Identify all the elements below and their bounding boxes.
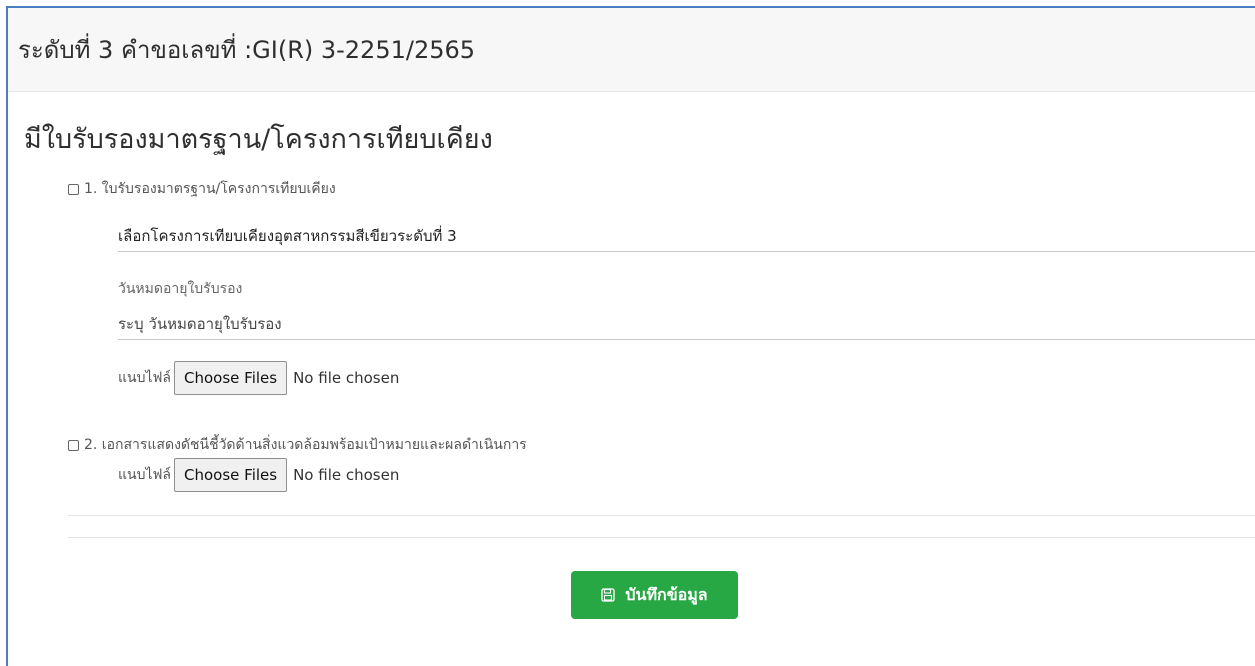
save-button-label: บันทึกข้อมูล bbox=[625, 584, 708, 604]
environment-file-status: No file chosen bbox=[293, 466, 400, 484]
card-header: ระดับที่ 3 คำขอเลขที่ :GI(R) 3-2251/2565 bbox=[8, 8, 1255, 92]
certificate-file-row: แนบไฟล์ Choose Files No file chosen bbox=[118, 361, 399, 395]
save-button[interactable]: บันทึกข้อมูล bbox=[571, 571, 738, 619]
expiry-date-label: วันหมดอายุใบรับรอง bbox=[118, 281, 243, 297]
environment-choose-files-button[interactable]: Choose Files bbox=[174, 458, 288, 492]
environment-file-row: แนบไฟล์ Choose Files No file chosen bbox=[118, 458, 399, 492]
benchmark-project-select-value: เลือกโครงการเทียบเคียงอุตสาหกรรมสีเขียวร… bbox=[118, 226, 457, 245]
expiry-date-placeholder: ระบุ วันหมดอายุใบรับรอง bbox=[118, 314, 282, 333]
benchmark-project-select[interactable]: เลือกโครงการเทียบเคียงอุตสาหกรรมสีเขียวร… bbox=[118, 220, 1255, 252]
environment-file-label: แนบไฟล์ bbox=[118, 467, 172, 483]
environment-index-checkbox[interactable] bbox=[68, 439, 79, 451]
form-card: ระดับที่ 3 คำขอเลขที่ :GI(R) 3-2251/2565… bbox=[6, 6, 1255, 666]
certificate-checkbox-label: 1. ใบรับรองมาตรฐาน/โครงการเทียบเคียง bbox=[84, 181, 336, 197]
certificate-choose-files-button[interactable]: Choose Files bbox=[174, 361, 288, 395]
expiry-date-input[interactable]: ระบุ วันหมดอายุใบรับรอง bbox=[118, 308, 1255, 340]
certificate-checkbox-row[interactable]: 1. ใบรับรองมาตรฐาน/โครงการเทียบเคียง bbox=[68, 178, 336, 200]
divider-bottom bbox=[68, 537, 1255, 538]
divider-top bbox=[68, 515, 1255, 516]
certificate-checkbox[interactable] bbox=[68, 183, 79, 195]
floppy-disk-icon bbox=[601, 588, 616, 602]
certificate-file-status: No file chosen bbox=[293, 369, 400, 387]
environment-index-checkbox-row[interactable]: 2. เอกสารแสดงดัชนีชี้วัดด้านสิ่งแวดล้อมพ… bbox=[68, 434, 527, 456]
page-title: ระดับที่ 3 คำขอเลขที่ :GI(R) 3-2251/2565 bbox=[18, 36, 476, 64]
certificate-file-label: แนบไฟล์ bbox=[118, 370, 172, 386]
environment-index-checkbox-label: 2. เอกสารแสดงดัชนีชี้วัดด้านสิ่งแวดล้อมพ… bbox=[84, 437, 527, 453]
section-title: มีใบรับรองมาตรฐาน/โครงการเทียบเคียง bbox=[24, 124, 493, 155]
